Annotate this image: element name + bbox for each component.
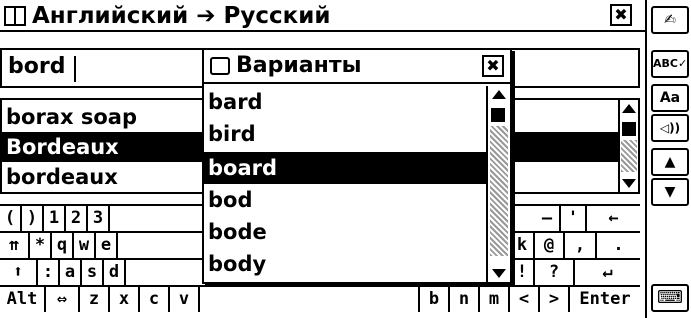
- key[interactable]: q: [52, 233, 74, 258]
- key[interactable]: >: [540, 287, 570, 312]
- key[interactable]: v: [170, 287, 200, 312]
- scroll-up-arrow-icon[interactable]: [492, 90, 506, 99]
- speaker-icon[interactable]: ◁)): [651, 114, 689, 142]
- handwriting-icon[interactable]: ✍: [651, 6, 689, 34]
- variants-list[interactable]: bard bird board bod bode body: [204, 86, 510, 282]
- variants-popup: Варианты ✖ bard bird board bod bode body: [202, 48, 512, 284]
- dictionary-book-icon: [4, 6, 26, 26]
- language-switch-key[interactable]: ⇔: [46, 287, 80, 312]
- window-title: Английский ➔ Русский: [32, 3, 331, 29]
- caps-lock-key[interactable]: ⇈: [0, 233, 30, 258]
- popup-close-button[interactable]: ✖: [482, 55, 504, 77]
- key[interactable]: w: [74, 233, 96, 258]
- scroll-down-button[interactable]: ▼: [651, 178, 689, 206]
- key[interactable]: 1: [44, 206, 66, 231]
- scroll-up-button[interactable]: ▲: [651, 148, 689, 176]
- keyboard-row-4: Alt ⇔ z x c v b n m < > Enter: [0, 287, 640, 318]
- scrollbar-thumb[interactable]: [622, 122, 636, 136]
- key[interactable]: :: [38, 260, 60, 285]
- variant-item[interactable]: bard: [204, 86, 486, 118]
- alt-key[interactable]: Alt: [0, 287, 46, 312]
- variants-scrollbar[interactable]: [486, 86, 510, 282]
- space-key[interactable]: [200, 287, 420, 312]
- scrollbar-track[interactable]: [490, 126, 508, 256]
- key[interactable]: ': [561, 206, 587, 231]
- spellcheck-icon[interactable]: ABC✓: [651, 50, 689, 78]
- key[interactable]: d: [104, 260, 126, 285]
- key[interactable]: ,: [565, 233, 597, 258]
- key[interactable]: <: [510, 287, 540, 312]
- key[interactable]: –: [535, 206, 561, 231]
- key[interactable]: *: [30, 233, 52, 258]
- key[interactable]: ): [22, 206, 44, 231]
- key[interactable]: b: [420, 287, 450, 312]
- variant-item-selected[interactable]: board: [204, 152, 486, 184]
- key[interactable]: 2: [66, 206, 88, 231]
- scrollbar-track[interactable]: [621, 140, 637, 172]
- key[interactable]: !: [511, 260, 535, 285]
- variant-item[interactable]: body: [204, 248, 486, 280]
- close-button[interactable]: ✖: [610, 4, 632, 26]
- scroll-down-arrow-icon[interactable]: [622, 179, 636, 188]
- key[interactable]: .: [597, 233, 640, 258]
- backspace-key[interactable]: ←: [587, 206, 640, 231]
- key[interactable]: c: [140, 287, 170, 312]
- scrollbar-thumb[interactable]: [491, 108, 505, 122]
- variants-icon: [210, 57, 230, 75]
- search-input-value: bord: [8, 54, 66, 79]
- key[interactable]: ?: [535, 260, 575, 285]
- key[interactable]: s: [82, 260, 104, 285]
- text-caret: [74, 56, 76, 82]
- title-bar: Английский ➔ Русский ✖: [0, 0, 645, 32]
- key[interactable]: z: [80, 287, 110, 312]
- keyboard-icon[interactable]: ⌨: [651, 284, 689, 312]
- font-size-button[interactable]: Aa: [651, 84, 689, 112]
- key[interactable]: m: [480, 287, 510, 312]
- key[interactable]: a: [60, 260, 82, 285]
- scroll-up-arrow-icon[interactable]: [622, 104, 636, 113]
- key[interactable]: e: [96, 233, 118, 258]
- popup-title-bar: Варианты ✖: [204, 50, 510, 84]
- key[interactable]: @: [535, 233, 565, 258]
- key[interactable]: x: [110, 287, 140, 312]
- shift-key[interactable]: ⬆: [0, 260, 38, 285]
- variant-item[interactable]: bod: [204, 184, 486, 216]
- key[interactable]: (: [0, 206, 22, 231]
- enter-key[interactable]: Enter: [570, 287, 640, 312]
- scroll-down-arrow-icon[interactable]: [492, 269, 506, 278]
- variant-item[interactable]: bode: [204, 216, 486, 248]
- key[interactable]: k: [511, 233, 535, 258]
- return-key[interactable]: ↵: [575, 260, 640, 285]
- variant-item[interactable]: bird: [204, 118, 486, 150]
- side-toolbar: ✍ ABC✓ Aa ◁)) ▲ ▼ ⌨: [645, 0, 691, 318]
- key[interactable]: 3: [88, 206, 110, 231]
- word-list-scrollbar[interactable]: [618, 100, 638, 192]
- popup-title: Варианты: [236, 53, 362, 78]
- key[interactable]: n: [450, 287, 480, 312]
